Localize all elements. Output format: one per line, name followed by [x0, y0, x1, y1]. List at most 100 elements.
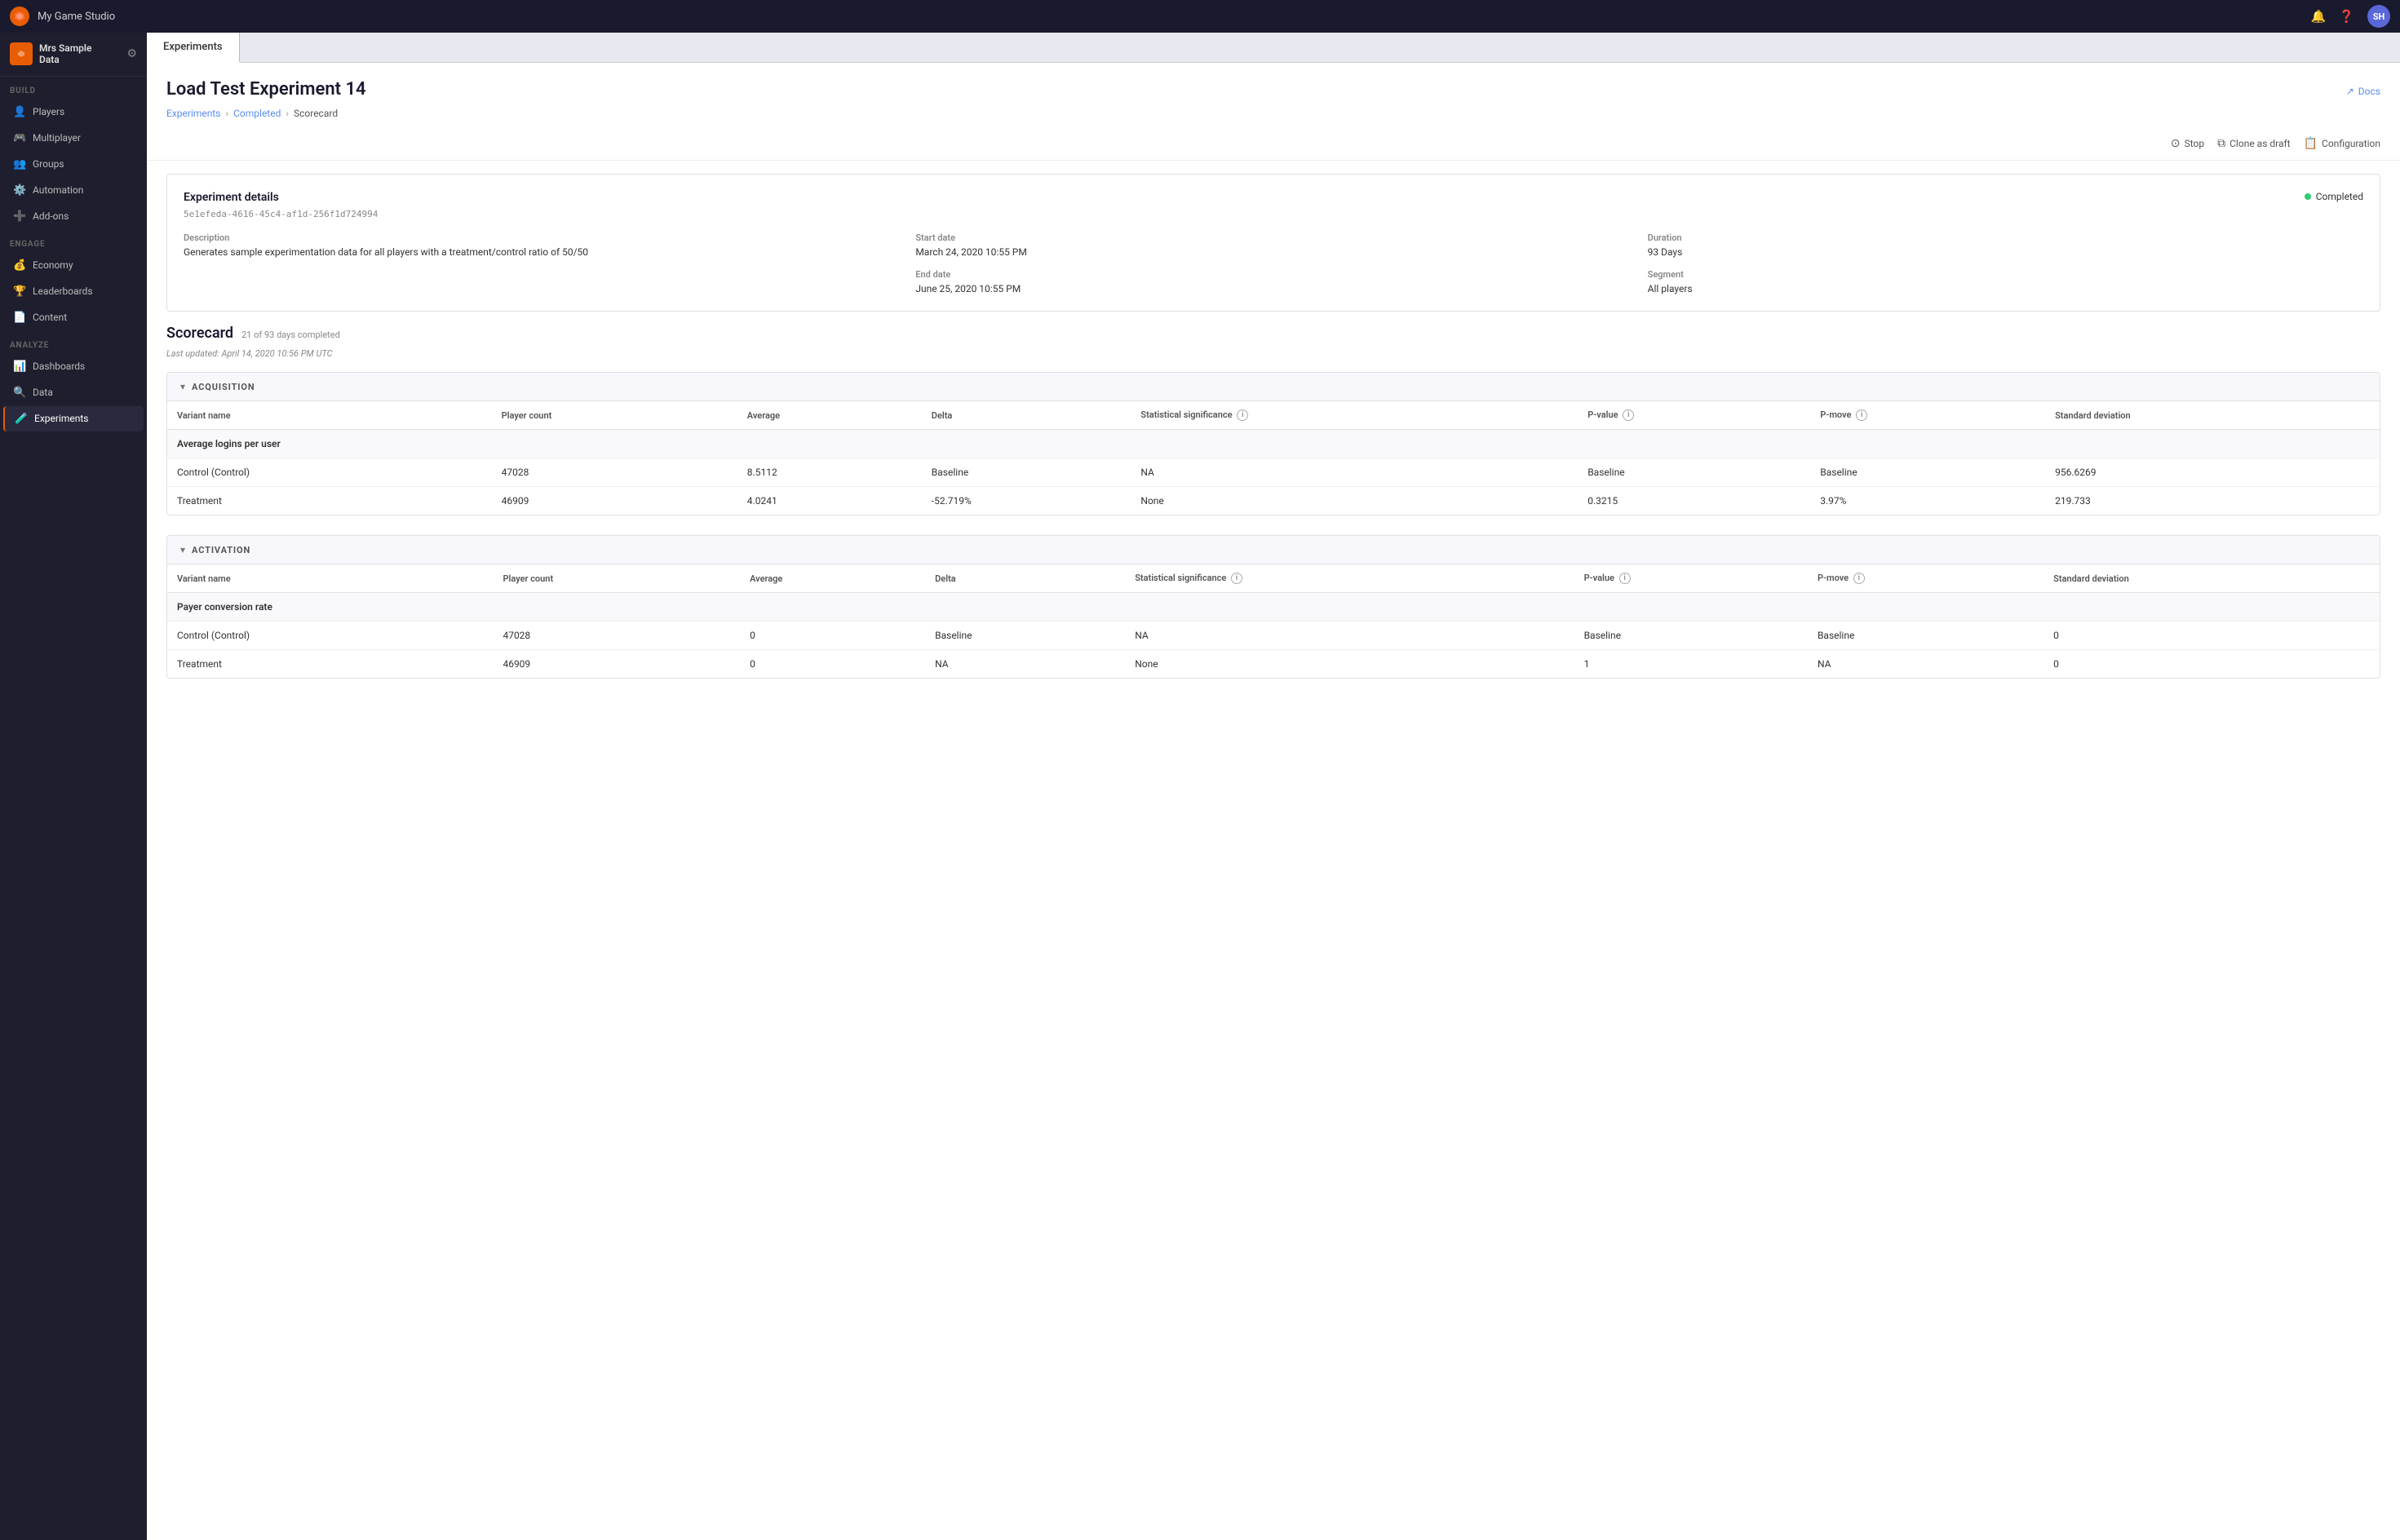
- acquisition-header: ▾ ACQUISITION: [167, 373, 2380, 401]
- acq-treatment-delta: -52.719%: [922, 487, 1131, 516]
- sidebar-item-data[interactable]: 🔍 Data: [3, 380, 144, 405]
- sidebar-item-content[interactable]: 📄 Content: [3, 305, 144, 330]
- activation-section: ▾ ACTIVATION Variant name Player count A…: [166, 535, 2380, 679]
- acquisition-control-row: Control (Control) 47028 8.5112 Baseline …: [167, 458, 2380, 487]
- col-std-dev: Standard deviation: [2045, 401, 2380, 430]
- sidebar-item-dashboards-label: Dashboards: [33, 361, 85, 372]
- docs-link[interactable]: ↗ Docs: [2346, 86, 2380, 97]
- act-treatment-stat-sig: None: [1125, 650, 1574, 679]
- col-p-value: P-value i: [1578, 401, 1810, 430]
- sidebar-item-addons[interactable]: ➕ Add-ons: [3, 204, 144, 229]
- act-col-delta: Delta: [925, 564, 1125, 593]
- sidebar-item-groups-label: Groups: [33, 158, 64, 170]
- act-col-p-move: P-move i: [1808, 564, 2044, 593]
- act-treatment-std-dev: 0: [2044, 650, 2380, 679]
- experiment-id: 5e1efeda-4616-45c4-af1d-256f1d724994: [184, 209, 378, 219]
- col-variant-name: Variant name: [167, 401, 492, 430]
- acq-treatment-variant: Treatment: [167, 487, 492, 516]
- groups-icon: 👥: [13, 158, 26, 170]
- acquisition-treatment-row: Treatment 46909 4.0241 -52.719% None 0.3…: [167, 487, 2380, 516]
- acq-control-p-move: Baseline: [1810, 458, 2045, 487]
- sidebar-item-experiments-label: Experiments: [34, 413, 89, 424]
- duration-segment-column: Duration 93 Days Segment All players: [1648, 232, 2363, 294]
- tab-experiments[interactable]: Experiments: [147, 33, 240, 63]
- sidebar-item-automation[interactable]: ⚙️ Automation: [3, 178, 144, 203]
- breadcrumb-completed[interactable]: Completed: [233, 108, 281, 119]
- act-col-average: Average: [740, 564, 925, 593]
- segment-value: All players: [1648, 283, 2363, 294]
- activation-treatment-row: Treatment 46909 0 NA None 1 NA 0: [167, 650, 2380, 679]
- sidebar-item-leaderboards-label: Leaderboards: [33, 285, 93, 297]
- build-section-label: BUILD: [0, 77, 147, 99]
- acq-control-variant: Control (Control): [167, 458, 492, 487]
- main-area: Experiments Load Test Experiment 14 ↗ Do…: [147, 33, 2400, 1540]
- user-avatar[interactable]: SH: [2367, 5, 2390, 28]
- collapse-activation-icon[interactable]: ▾: [180, 544, 185, 555]
- engage-section-label: ENGAGE: [0, 230, 147, 252]
- act-control-stat-sig: NA: [1125, 622, 1574, 650]
- sidebar-profile: Mrs SampleData ⚙: [0, 33, 147, 77]
- stat-sig-info-icon[interactable]: i: [1237, 409, 1248, 421]
- sidebar-item-economy[interactable]: 💰 Economy: [3, 253, 144, 278]
- notification-icon[interactable]: 🔔: [2311, 9, 2327, 24]
- acquisition-section: ▾ ACQUISITION Variant name Player count …: [166, 372, 2380, 516]
- act-col-stat-sig: Statistical significance i: [1125, 564, 1574, 593]
- sidebar-item-experiments[interactable]: 🧪 Experiments: [3, 406, 144, 431]
- act-control-p-move: Baseline: [1808, 622, 2044, 650]
- sidebar-analyze-section: ANALYZE 📊 Dashboards 🔍 Data 🧪 Experiment…: [0, 331, 147, 432]
- app-body: Mrs SampleData ⚙ BUILD 👤 Players 🎮 Multi…: [0, 33, 2400, 1540]
- experiment-details-card: Experiment details 5e1efeda-4616-45c4-af…: [166, 174, 2380, 312]
- act-control-delta: Baseline: [925, 622, 1125, 650]
- clone-as-draft-button[interactable]: ⧉ Clone as draft: [2217, 137, 2290, 150]
- p-value-info-icon[interactable]: i: [1623, 409, 1634, 421]
- collapse-acquisition-icon[interactable]: ▾: [180, 381, 185, 392]
- segment-detail: Segment All players: [1648, 269, 2363, 294]
- description-value: Generates sample experimentation data fo…: [184, 246, 899, 258]
- act-control-std-dev: 0: [2044, 622, 2380, 650]
- stop-button[interactable]: ⊙ Stop: [2171, 137, 2204, 150]
- p-move-info-icon[interactable]: i: [1856, 409, 1867, 421]
- act-p-move-info-icon[interactable]: i: [1853, 573, 1865, 584]
- act-treatment-player-count: 46909: [493, 650, 740, 679]
- sidebar-engage-section: ENGAGE 💰 Economy 🏆 Leaderboards 📄 Conten…: [0, 230, 147, 331]
- act-col-std-dev: Standard deviation: [2044, 564, 2380, 593]
- clone-icon: ⧉: [2217, 137, 2225, 150]
- duration-label: Duration: [1648, 232, 2363, 243]
- act-p-value-info-icon[interactable]: i: [1619, 573, 1631, 584]
- help-icon[interactable]: ❓: [2339, 9, 2354, 24]
- sidebar: Mrs SampleData ⚙ BUILD 👤 Players 🎮 Multi…: [0, 33, 147, 1540]
- start-date-value: March 24, 2020 10:55 PM: [915, 246, 1631, 258]
- settings-icon[interactable]: ⚙: [126, 47, 137, 60]
- sidebar-item-players[interactable]: 👤 Players: [3, 100, 144, 125]
- sidebar-item-content-label: Content: [33, 312, 67, 323]
- sidebar-item-groups[interactable]: 👥 Groups: [3, 152, 144, 177]
- acquisition-metric-name: Average logins per user: [167, 430, 2380, 458]
- sidebar-item-multiplayer-label: Multiplayer: [33, 132, 81, 144]
- details-grid: Description Generates sample experimenta…: [184, 232, 2363, 294]
- sidebar-item-dashboards[interactable]: 📊 Dashboards: [3, 354, 144, 379]
- end-date-label: End date: [915, 269, 1631, 280]
- status-dot: [2305, 193, 2311, 200]
- acq-treatment-player-count: 46909: [492, 487, 737, 516]
- breadcrumb-experiments[interactable]: Experiments: [166, 108, 221, 119]
- content-icon: 📄: [13, 312, 26, 324]
- configuration-button[interactable]: 📋 Configuration: [2304, 137, 2380, 150]
- card-title-area: Experiment details 5e1efeda-4616-45c4-af…: [184, 191, 378, 219]
- act-treatment-p-move: NA: [1808, 650, 2044, 679]
- act-control-p-value: Baseline: [1574, 622, 1808, 650]
- act-col-player-count: Player count: [493, 564, 740, 593]
- scorecard-last-updated: Last updated: April 14, 2020 10:56 PM UT…: [166, 348, 2380, 359]
- activation-metric-name: Payer conversion rate: [167, 593, 2380, 622]
- analyze-section-label: ANALYZE: [0, 331, 147, 353]
- status-badge: Completed: [2305, 191, 2363, 202]
- acquisition-table-header-row: Variant name Player count Average Delta …: [167, 401, 2380, 430]
- act-stat-sig-info-icon[interactable]: i: [1231, 573, 1242, 584]
- sidebar-item-multiplayer[interactable]: 🎮 Multiplayer: [3, 126, 144, 151]
- act-col-p-value: P-value i: [1574, 564, 1808, 593]
- acq-control-player-count: 47028: [492, 458, 737, 487]
- acquisition-title: ACQUISITION: [192, 382, 255, 392]
- sidebar-item-leaderboards[interactable]: 🏆 Leaderboards: [3, 279, 144, 304]
- economy-icon: 💰: [13, 259, 26, 272]
- sidebar-item-data-label: Data: [33, 387, 53, 398]
- description-detail: Description Generates sample experimenta…: [184, 232, 899, 294]
